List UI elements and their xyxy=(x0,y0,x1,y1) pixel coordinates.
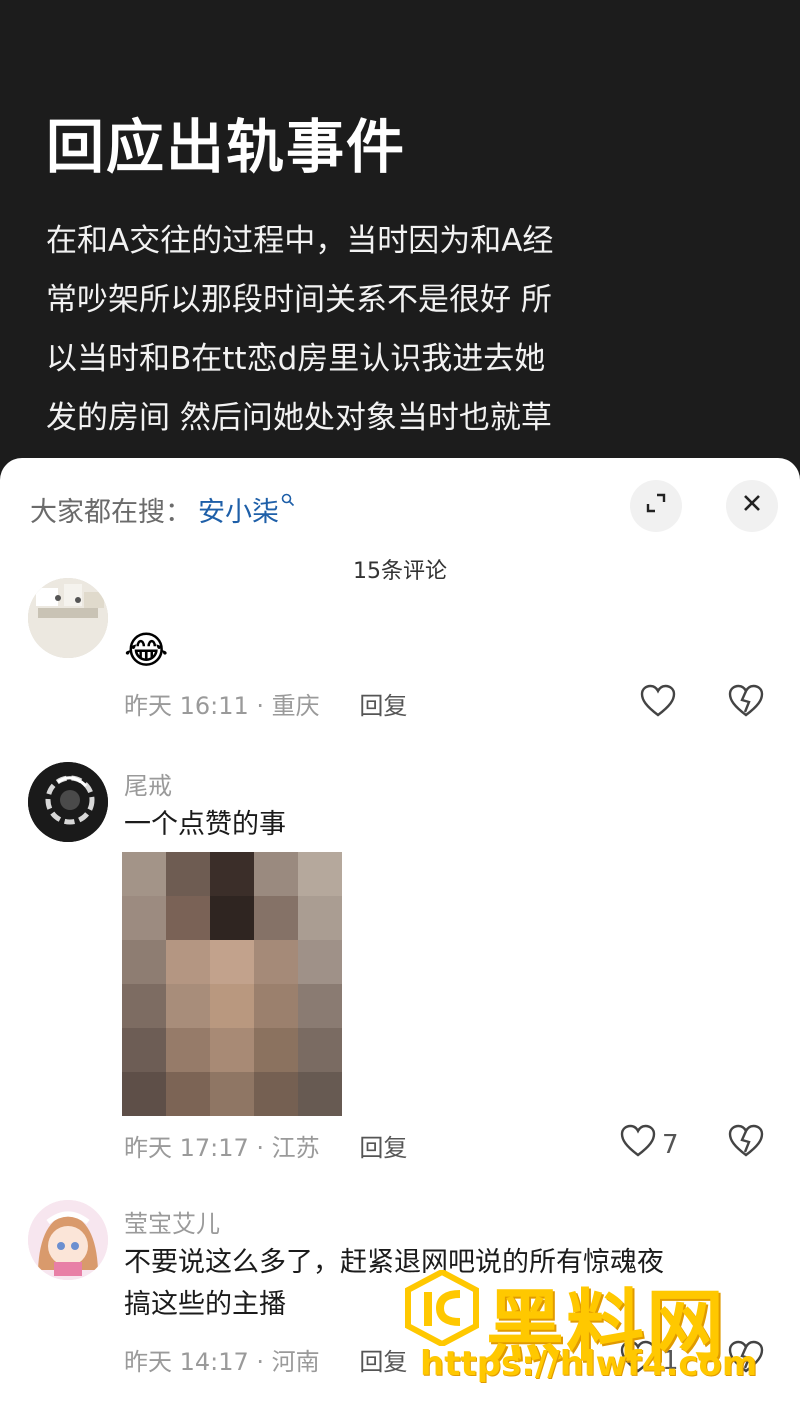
post-title: 回应出轨事件 xyxy=(46,113,407,181)
watermark-url: https://hlwf4.com xyxy=(420,1344,758,1384)
avatar[interactable] xyxy=(28,762,108,842)
comment-item: 😂 昨天 16:11 · 重庆 回复 xyxy=(0,578,800,748)
broken-heart-icon xyxy=(728,1124,764,1162)
comment-meta: 昨天 16:11 · 重庆 回复 xyxy=(124,686,407,721)
heart-icon xyxy=(620,1124,656,1165)
comment-time-location: 昨天 14:17 · 河南 xyxy=(124,1348,320,1376)
comment-meta: 昨天 14:17 · 河南 回复 xyxy=(124,1342,407,1377)
comment-time-location: 昨天 16:11 · 重庆 xyxy=(124,692,320,720)
dislike-button[interactable] xyxy=(728,1124,764,1162)
search-icon xyxy=(281,492,295,511)
like-button[interactable] xyxy=(640,684,676,725)
trending-search[interactable]: 大家都在搜： 安小柒 xyxy=(30,490,295,529)
comment-item: 尾戒 一个点赞的事 昨天 17:17 · 江苏 回复 7 xyxy=(0,758,800,1178)
search-label: 大家都在搜： xyxy=(30,497,192,528)
comment-time-location: 昨天 17:17 · 江苏 xyxy=(124,1134,320,1162)
comment-image-pixelated[interactable] xyxy=(122,852,342,1116)
avatar[interactable] xyxy=(28,1200,108,1280)
watermark-logo-icon xyxy=(405,1270,479,1346)
expand-icon xyxy=(644,491,668,522)
comment-username[interactable]: 莹宝艾儿 xyxy=(124,1204,220,1239)
comment-text: 😂 xyxy=(124,628,169,672)
heart-icon xyxy=(640,684,676,725)
expand-button[interactable] xyxy=(630,480,682,532)
comment-username[interactable]: 尾戒 xyxy=(124,766,172,801)
like-button[interactable]: 7 xyxy=(620,1124,679,1165)
post-body-line: 在和A交往的过程中，当时因为和A经 xyxy=(46,223,554,259)
post-body-line: 发的房间 然后问她处对象当时也就草 xyxy=(46,400,552,436)
comment-text: 一个点赞的事 xyxy=(124,809,286,840)
reply-button[interactable]: 回复 xyxy=(359,692,407,720)
post-body-line: 以当时和B在tt恋d房里认识我进去她 xyxy=(46,341,546,377)
post-background: 回应出轨事件 在和A交往的过程中，当时因为和A经 常吵架所以那段时间关系不是很好… xyxy=(0,0,800,520)
broken-heart-icon xyxy=(728,684,764,722)
post-body-line: 常吵架所以那段时间关系不是很好 所 xyxy=(46,282,552,318)
comment-meta: 昨天 17:17 · 江苏 回复 xyxy=(124,1128,407,1163)
watermark: 黑料网 https://hlwf4.com xyxy=(400,1262,780,1402)
avatar[interactable] xyxy=(28,578,108,658)
dislike-button[interactable] xyxy=(728,684,764,722)
search-term[interactable]: 安小柒 xyxy=(198,490,279,529)
post-body: 在和A交往的过程中，当时因为和A经 常吵架所以那段时间关系不是很好 所 以当时和… xyxy=(46,212,646,448)
comment-count: 15条评论 xyxy=(353,559,447,584)
like-count: 7 xyxy=(662,1129,679,1160)
reply-button[interactable]: 回复 xyxy=(359,1134,407,1162)
close-icon xyxy=(741,491,763,521)
close-button[interactable] xyxy=(726,480,778,532)
